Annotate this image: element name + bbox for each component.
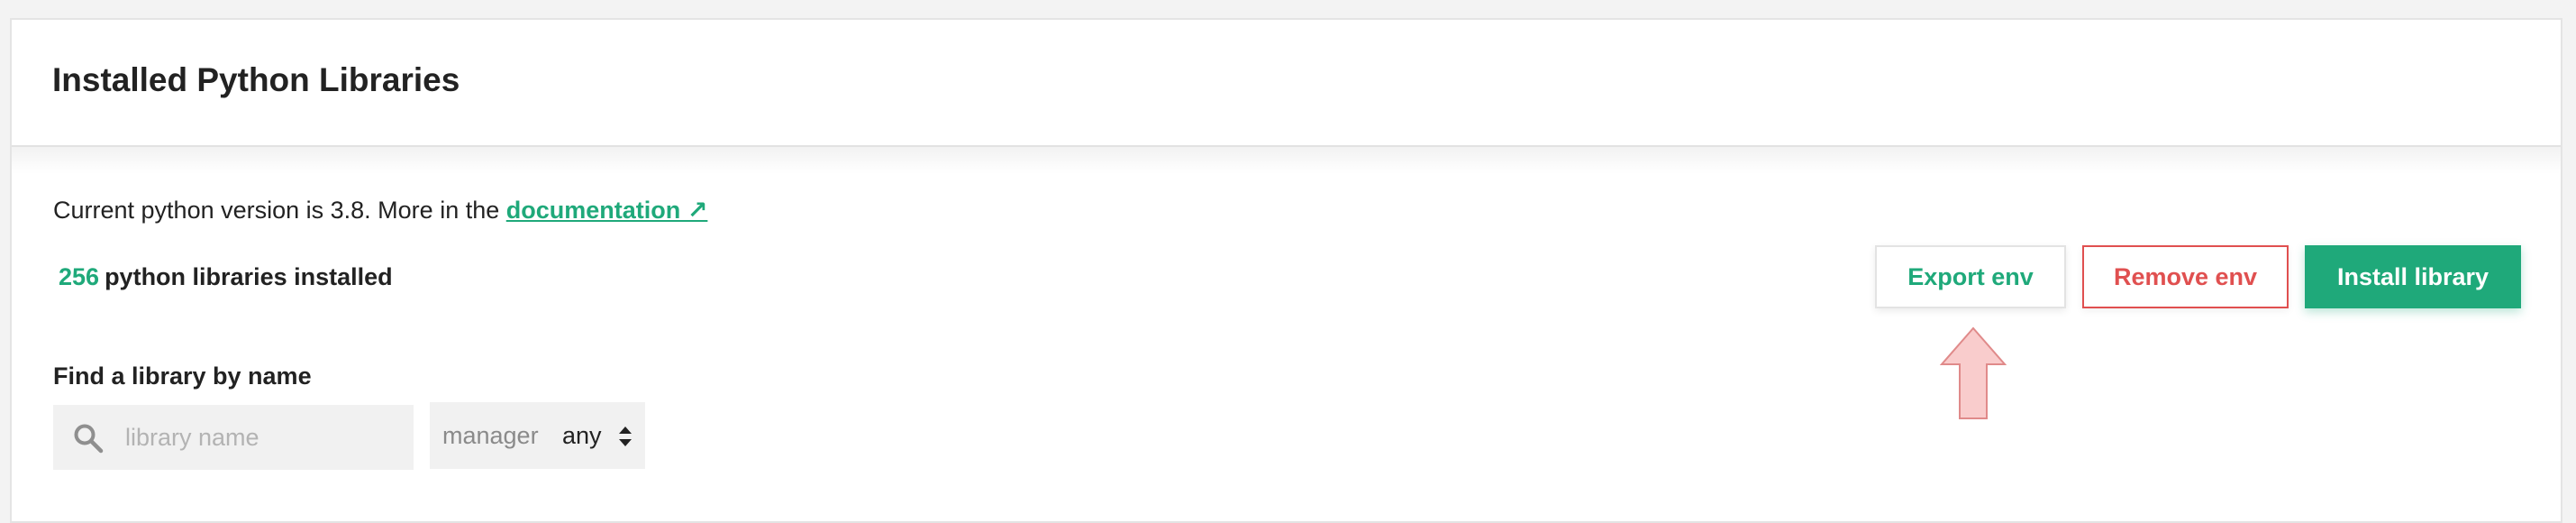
installed-count: 256 python libraries installed xyxy=(59,263,393,291)
installed-count-label: python libraries installed xyxy=(105,263,393,290)
up-arrow-icon xyxy=(1940,326,2007,419)
documentation-link[interactable]: documentation ↗ xyxy=(506,197,708,224)
search-field[interactable] xyxy=(53,405,414,470)
panel-header: Installed Python Libraries xyxy=(12,20,2561,147)
manager-label: manager xyxy=(442,422,539,449)
search-label: Find a library by name xyxy=(53,362,312,390)
header-divider-shadow xyxy=(12,147,2561,174)
remove-env-button[interactable]: Remove env xyxy=(2082,245,2289,308)
search-input[interactable] xyxy=(116,405,405,470)
export-env-button[interactable]: Export env xyxy=(1875,245,2066,308)
install-library-button[interactable]: Install library xyxy=(2305,245,2521,308)
manager-select[interactable]: manager any xyxy=(430,402,645,469)
python-version-info: Current python version is 3.8. More in t… xyxy=(53,197,707,225)
installed-count-number: 256 xyxy=(59,263,100,290)
search-icon xyxy=(74,424,104,454)
manager-value: any xyxy=(562,422,602,449)
page-title: Installed Python Libraries xyxy=(52,61,460,98)
version-text: Current python version is 3.8. More in t… xyxy=(53,197,506,224)
sort-icon xyxy=(619,427,632,446)
libraries-panel: Installed Python Libraries Current pytho… xyxy=(10,18,2562,523)
